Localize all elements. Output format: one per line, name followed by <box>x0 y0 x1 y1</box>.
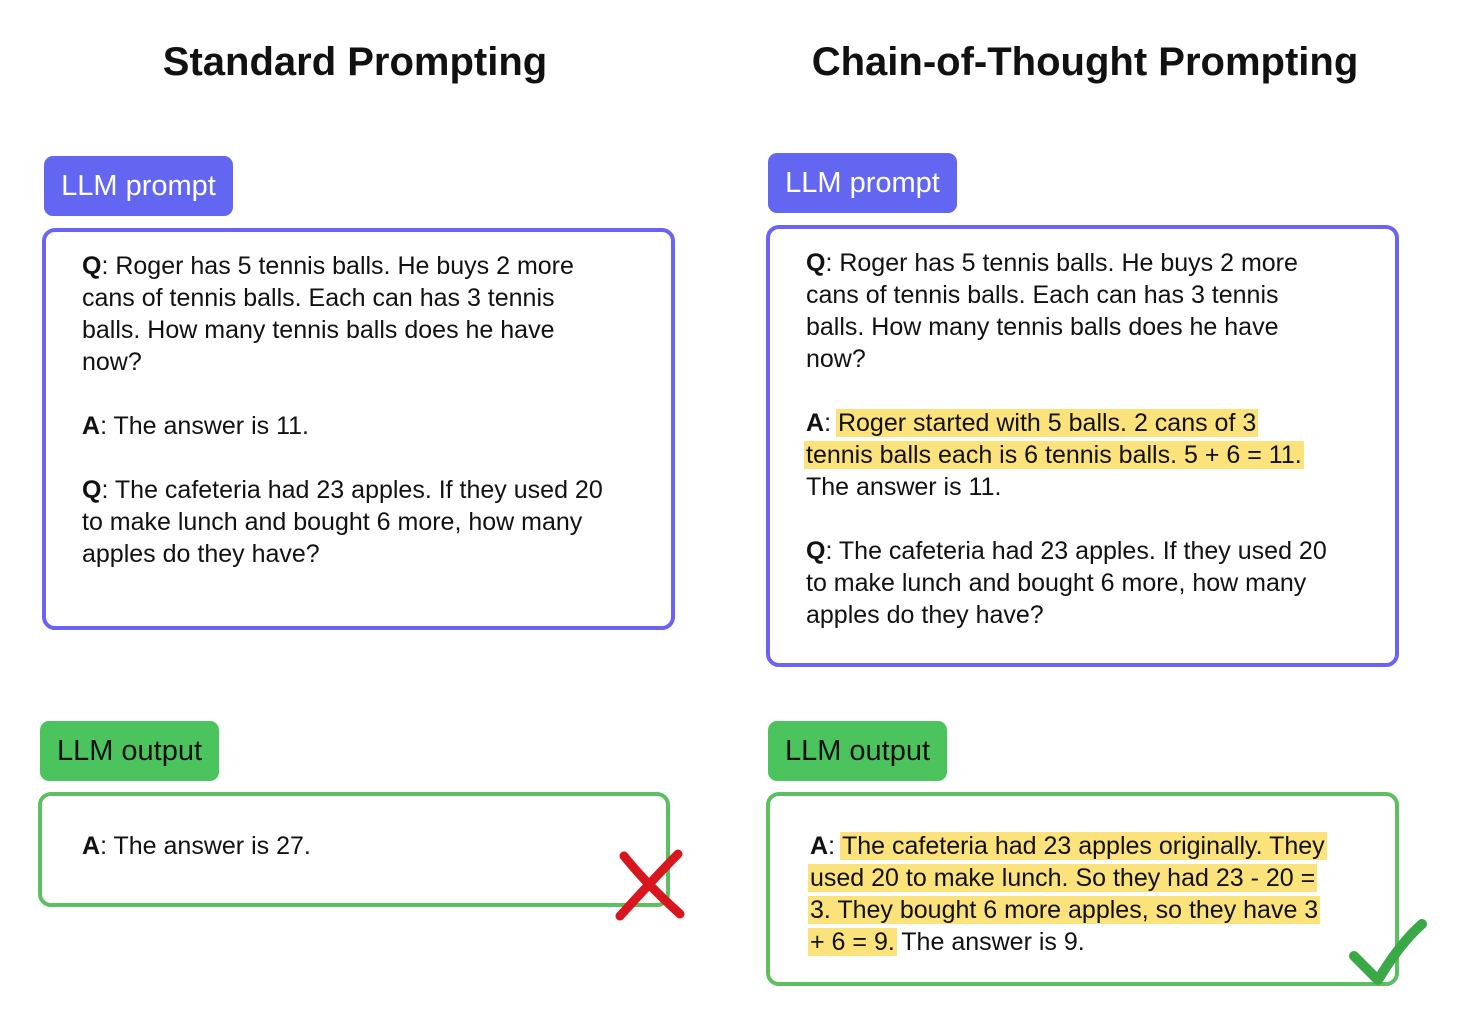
reasoning-highlight: used 20 to make lunch. So they had 23 - … <box>808 864 1318 892</box>
reasoning-highlight: tennis balls each is 6 tennis balls. 5 +… <box>804 441 1304 469</box>
standard-prompting-heading: Standard Prompting <box>162 40 548 84</box>
left-prompt-text: Q: Roger has 5 tennis balls. He buys 2 m… <box>82 252 603 568</box>
left-llm-output-label: LLM output <box>40 721 219 781</box>
right-prompt-text: Q: Roger has 5 tennis balls. He buys 2 m… <box>804 249 1327 629</box>
left-llm-prompt-label: LLM prompt <box>44 156 233 216</box>
green-check-icon <box>1349 919 1427 985</box>
right-llm-prompt-label: LLM prompt <box>768 153 957 213</box>
reasoning-highlight: The cafeteria had 23 apples originally. … <box>839 832 1327 860</box>
red-x-icon <box>615 849 685 921</box>
reasoning-highlight: 3. They bought 6 more apples, so they ha… <box>808 896 1321 924</box>
left-output-text: A: The answer is 27. <box>82 832 311 860</box>
reasoning-highlight: Roger started with 5 balls. 2 cans of 3 <box>835 409 1259 437</box>
right-output-text: A: The cafeteria had 23 apples originall… <box>808 832 1327 956</box>
right-llm-output-label: LLM output <box>768 721 947 781</box>
cot-prompting-heading: Chain-of-Thought Prompting <box>811 40 1359 84</box>
reasoning-highlight: + 6 = 9. <box>808 928 897 956</box>
